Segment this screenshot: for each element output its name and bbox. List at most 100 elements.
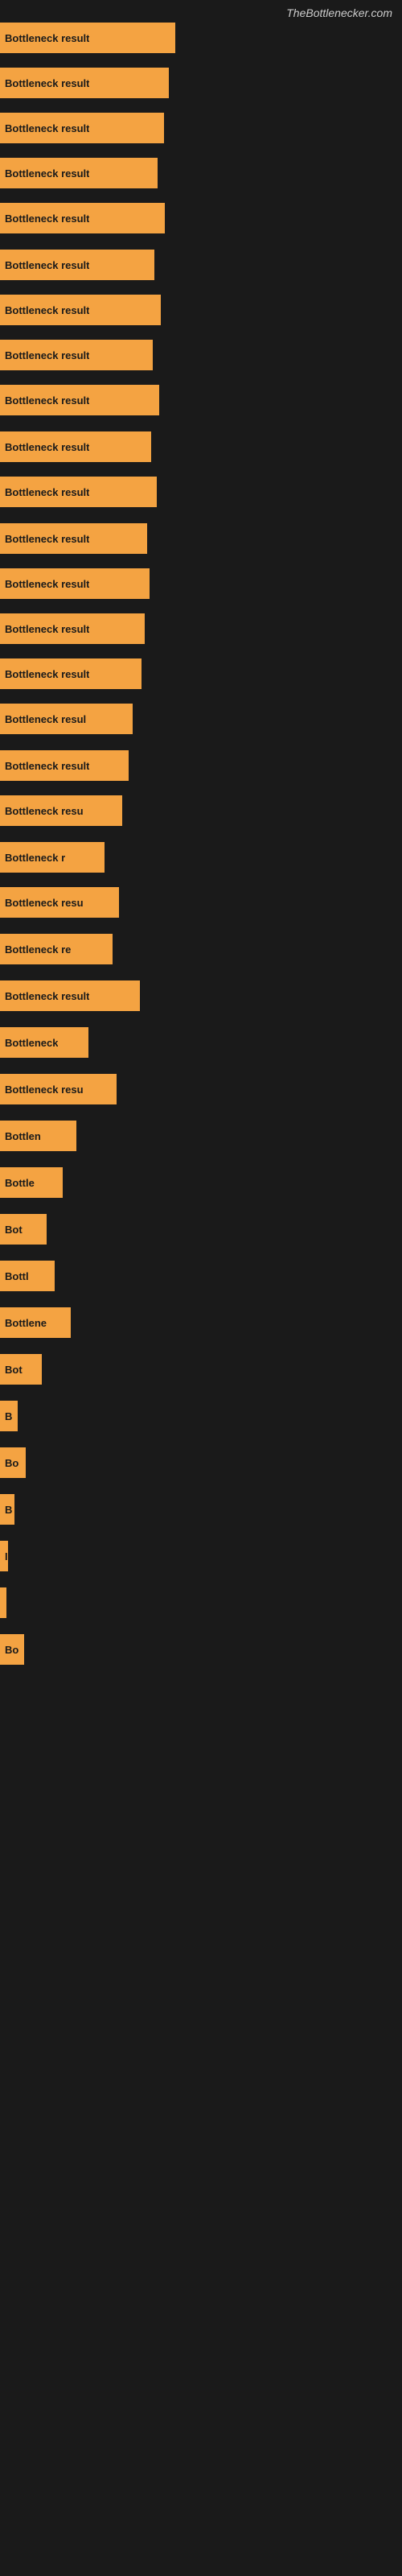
bar-spacer (0, 415, 402, 431)
bar-row: Bottleneck resu (0, 795, 402, 842)
bar: Bottleneck result (0, 658, 142, 689)
bar (0, 1587, 6, 1618)
bar: Bottleneck result (0, 340, 153, 370)
bar: Bottl (0, 1261, 55, 1291)
site-title: TheBottlenecker.com (0, 0, 402, 23)
bar: Bottleneck resu (0, 795, 122, 826)
bar-row: Bottleneck result (0, 340, 402, 385)
bar-label: Bottleneck result (5, 990, 89, 1002)
bar-spacer (0, 143, 402, 158)
bar-spacer (0, 462, 402, 477)
bar-row: Bottleneck (0, 1027, 402, 1074)
bar-label: Bottleneck result (5, 668, 89, 680)
bar-spacer (0, 1338, 402, 1354)
bar: Bottleneck result (0, 431, 151, 462)
bar: Bottleneck resul (0, 704, 133, 734)
bar: Bottleneck resu (0, 1074, 117, 1104)
bar-spacer (0, 325, 402, 340)
bar-spacer (0, 280, 402, 295)
bar-spacer (0, 507, 402, 523)
bar-row: Bottlene (0, 1307, 402, 1354)
bar-row: Bo (0, 1634, 402, 1681)
bar-spacer (0, 689, 402, 704)
bar: Bottleneck result (0, 158, 158, 188)
bar-label: Bottleneck result (5, 394, 89, 407)
bar-row: Bot (0, 1354, 402, 1401)
bar-row: Bottleneck result (0, 568, 402, 613)
bar-spacer (0, 1571, 402, 1587)
bar-row: Bottleneck result (0, 523, 402, 568)
bar: Bottlen (0, 1121, 76, 1151)
bar-row: Bottleneck result (0, 113, 402, 158)
bar-spacer (0, 554, 402, 568)
bar-label: Bottleneck result (5, 32, 89, 44)
bar: Bottleneck result (0, 750, 129, 781)
bar: Bottleneck result (0, 613, 145, 644)
bar-row: Bottleneck resu (0, 887, 402, 934)
bar-label: Bottleneck result (5, 533, 89, 545)
bar-label: Bo (5, 1457, 18, 1469)
bar-label: Bottleneck result (5, 77, 89, 89)
bar-spacer (0, 1151, 402, 1167)
bar-label: Bot (5, 1364, 23, 1376)
bar-label: Bottleneck resu (5, 1084, 84, 1096)
bar-spacer (0, 918, 402, 934)
bar-label: Bottleneck re (5, 943, 71, 956)
bar: B (0, 1494, 14, 1525)
bar-row: Bottleneck result (0, 385, 402, 431)
bar: Bottleneck result (0, 113, 164, 143)
bar-row: Bottleneck result (0, 750, 402, 795)
bar-spacer (0, 644, 402, 658)
bar: Bottleneck result (0, 203, 165, 233)
bar-row: Bottleneck re (0, 934, 402, 980)
bar-spacer (0, 781, 402, 795)
bar-label: Bottlene (5, 1317, 47, 1329)
bar-row: Bottl (0, 1261, 402, 1307)
bar-row: Bottleneck result (0, 68, 402, 113)
bar: Bottleneck result (0, 523, 147, 554)
bar: Bottleneck resu (0, 887, 119, 918)
bar-row: Bottleneck resul (0, 704, 402, 750)
bar-spacer (0, 188, 402, 203)
bar: Bottleneck result (0, 295, 161, 325)
bar-spacer (0, 1011, 402, 1027)
bar: Bottleneck result (0, 568, 150, 599)
bar-label: Bottleneck result (5, 213, 89, 225)
bar: Bottlene (0, 1307, 71, 1338)
bar-label: Bo (5, 1644, 18, 1656)
bar: Bo (0, 1634, 24, 1665)
bar-row: Bottleneck result (0, 431, 402, 477)
bar-row: Bottleneck r (0, 842, 402, 887)
bar: Bottleneck result (0, 385, 159, 415)
bar-spacer (0, 1431, 402, 1447)
bar-row: Bottle (0, 1167, 402, 1214)
bar: Bot (0, 1354, 42, 1385)
bar-row: Bottleneck result (0, 980, 402, 1027)
bar-spacer (0, 1665, 402, 1681)
bar-row: Bottleneck result (0, 23, 402, 68)
bar-row: B (0, 1401, 402, 1447)
bar-spacer (0, 599, 402, 613)
bar-label: Bot (5, 1224, 23, 1236)
bar-spacer (0, 873, 402, 887)
bar-label: Bottleneck resul (5, 713, 86, 725)
bar-row: Bottleneck resu (0, 1074, 402, 1121)
bar-spacer (0, 734, 402, 750)
bar-spacer (0, 53, 402, 68)
bar-row: Bottleneck result (0, 295, 402, 340)
bar-label: Bottleneck result (5, 259, 89, 271)
bar-label: Bottleneck result (5, 349, 89, 361)
bar: Bottleneck result (0, 250, 154, 280)
bar-spacer (0, 1618, 402, 1634)
bar-spacer (0, 1385, 402, 1401)
bar-label: Bottleneck r (5, 852, 65, 864)
bar-row: Bottlen (0, 1121, 402, 1167)
bar-row: Bottleneck result (0, 158, 402, 203)
bar-row: Bot (0, 1214, 402, 1261)
bar: Bottleneck result (0, 980, 140, 1011)
bar-row: Bottleneck result (0, 250, 402, 295)
bar: Bottleneck result (0, 23, 175, 53)
bar: Bo (0, 1447, 26, 1478)
bar-label: I (5, 1550, 8, 1563)
bar-label: Bottl (5, 1270, 29, 1282)
